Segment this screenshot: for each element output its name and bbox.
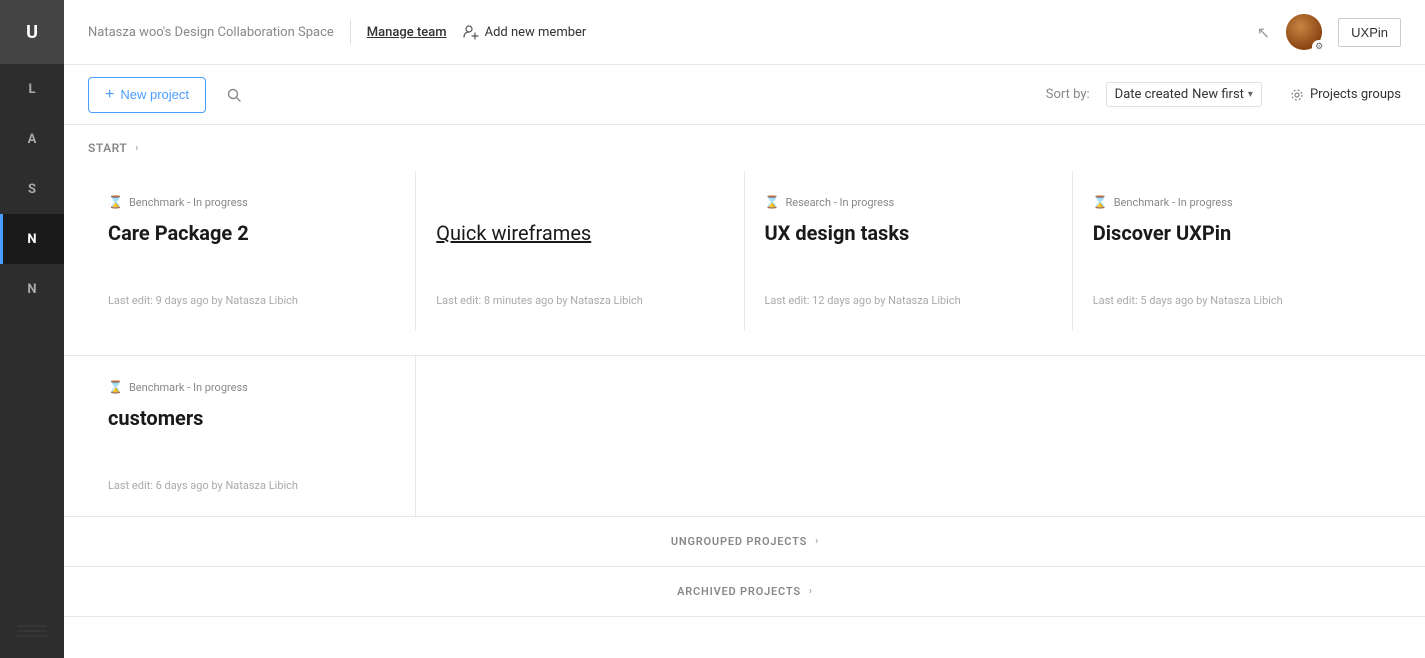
project-name: UX design tasks xyxy=(765,221,1052,245)
header: Natasza woo's Design Collaboration Space… xyxy=(64,0,1425,65)
start-section-title: START xyxy=(88,141,127,155)
archived-chevron-icon: › xyxy=(809,586,812,597)
status-text: Benchmark - In progress xyxy=(129,196,248,209)
add-member-icon xyxy=(463,24,479,40)
sidebar-item-n2[interactable]: N xyxy=(0,264,64,314)
hourglass-icon: ⌛ xyxy=(765,195,780,209)
sidebar-item-l[interactable]: L xyxy=(0,64,64,114)
sort-option: New first xyxy=(1192,87,1244,102)
project-name: Quick wireframes xyxy=(436,221,723,245)
toolbar: + New project Sort by: Date created New … xyxy=(64,65,1425,125)
user-avatar[interactable]: ⚙ xyxy=(1286,14,1322,50)
ungrouped-chevron-icon: › xyxy=(815,536,818,547)
projects-grid: ⌛ Benchmark - In progress Care Package 2… xyxy=(64,163,1425,356)
sidebar-user-avatar[interactable]: U xyxy=(0,0,64,64)
sort-label: Sort by: xyxy=(1046,87,1090,102)
status-text: Benchmark - In progress xyxy=(129,381,248,394)
sidebar-item-label: S xyxy=(28,182,36,197)
sort-dropdown[interactable]: Date created New first ▾ xyxy=(1106,82,1262,107)
bottom-sections: UNGROUPED PROJECTS › ARCHIVED PROJECTS › xyxy=(64,517,1425,617)
project-name: Care Package 2 xyxy=(108,221,395,245)
project-name: customers xyxy=(108,406,395,430)
cursor-icon: ↖ xyxy=(1257,23,1270,42)
ungrouped-projects-row[interactable]: UNGROUPED PROJECTS › xyxy=(64,517,1425,567)
add-member-label: Add new member xyxy=(485,25,587,40)
uxpin-button[interactable]: UXPin xyxy=(1338,18,1401,47)
sort-field: Date created xyxy=(1115,87,1189,102)
settings-icon[interactable]: ⚙ xyxy=(1312,40,1326,54)
sidebar-decoration xyxy=(5,610,59,658)
sidebar-item-label: A xyxy=(28,132,37,147)
hourglass-icon: ⌛ xyxy=(108,380,123,394)
sidebar-item-a[interactable]: A xyxy=(0,114,64,164)
header-divider xyxy=(350,20,351,44)
projects-row-2: ⌛ Benchmark - In progress customers Last… xyxy=(64,356,1425,517)
project-last-edit: Last edit: 12 days ago by Natasza Libich xyxy=(765,294,1052,307)
chevron-down-icon: ▾ xyxy=(1248,89,1253,100)
project-status: ⌛ Research - In progress xyxy=(765,195,1052,209)
new-project-label: New project xyxy=(120,87,189,102)
hourglass-icon: ⌛ xyxy=(108,195,123,209)
ungrouped-label: UNGROUPED PROJECTS xyxy=(671,535,807,548)
main-content: Natasza woo's Design Collaboration Space… xyxy=(64,0,1425,658)
archived-label: ARCHIVED PROJECTS xyxy=(677,585,801,598)
project-status: ⌛ Benchmark - In progress xyxy=(1093,195,1381,209)
add-member-button[interactable]: Add new member xyxy=(463,24,587,40)
project-status: ⌛ Benchmark - In progress xyxy=(108,380,395,394)
project-card-quick-wireframes[interactable]: ⌛ placeholder Quick wireframes Last edit… xyxy=(416,171,744,331)
sidebar-avatar-label: U xyxy=(26,22,38,43)
hourglass-icon: ⌛ xyxy=(1093,195,1108,209)
project-status: ⌛ Benchmark - In progress xyxy=(108,195,395,209)
sidebar-item-label: N xyxy=(27,282,36,297)
search-icon xyxy=(226,87,242,103)
workspace-name: Natasza woo's Design Collaboration Space xyxy=(88,25,334,40)
manage-team-link[interactable]: Manage team xyxy=(367,25,447,40)
project-card-care-package[interactable]: ⌛ Benchmark - In progress Care Package 2… xyxy=(88,171,416,331)
project-last-edit: Last edit: 5 days ago by Natasza Libich xyxy=(1093,294,1381,307)
start-section-chevron[interactable]: › xyxy=(135,143,138,154)
status-text: Research - In progress xyxy=(785,196,894,209)
status-text: Benchmark - In progress xyxy=(1114,196,1233,209)
project-last-edit: Last edit: 9 days ago by Natasza Libich xyxy=(108,294,395,307)
sidebar-item-s[interactable]: S xyxy=(0,164,64,214)
project-last-edit: Last edit: 6 days ago by Natasza Libich xyxy=(108,479,395,492)
project-card-customers[interactable]: ⌛ Benchmark - In progress customers Last… xyxy=(88,356,416,516)
content-area: START › ⌛ Benchmark - In progress Care P… xyxy=(64,125,1425,658)
sidebar-item-n1[interactable]: N xyxy=(0,214,64,264)
projects-groups-label: Projects groups xyxy=(1310,87,1401,102)
search-button[interactable] xyxy=(218,79,250,111)
project-name: Discover UXPin xyxy=(1093,221,1381,245)
project-card-discover-uxpin[interactable]: ⌛ Benchmark - In progress Discover UXPin… xyxy=(1073,171,1401,331)
sidebar-item-label: L xyxy=(28,82,35,97)
sidebar-item-label: N xyxy=(27,232,36,247)
projects-groups-button[interactable]: Projects groups xyxy=(1290,87,1401,102)
archived-projects-row[interactable]: ARCHIVED PROJECTS › xyxy=(64,567,1425,617)
start-section-header: START › xyxy=(64,125,1425,163)
project-card-ux-design[interactable]: ⌛ Research - In progress UX design tasks… xyxy=(745,171,1073,331)
sidebar: U L A S N N xyxy=(0,0,64,658)
project-last-edit: Last edit: 8 minutes ago by Natasza Libi… xyxy=(436,294,723,307)
plus-icon: + xyxy=(105,86,114,104)
gear-icon xyxy=(1290,88,1304,102)
new-project-button[interactable]: + New project xyxy=(88,77,206,113)
